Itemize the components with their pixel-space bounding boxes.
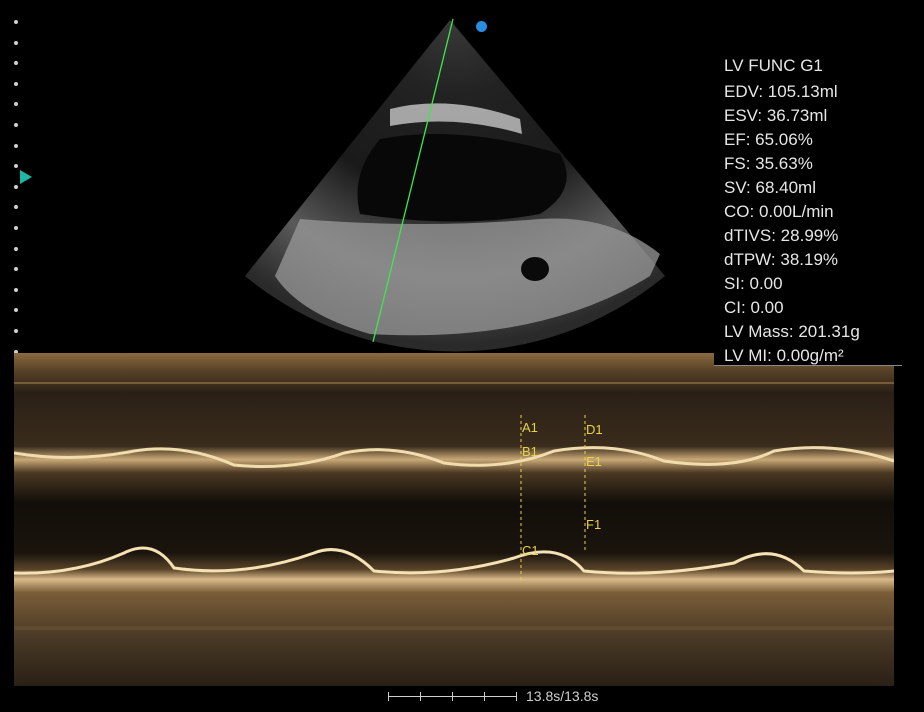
mmode-background <box>14 353 894 686</box>
measurement-row: LV Mass: 201.31g <box>724 322 860 341</box>
measurement-row: LV MI: 0.00g/m² <box>724 346 844 365</box>
measurement-row: SI: 0.00 <box>724 274 783 293</box>
measurement-panel: LV FUNC G1 EDV: 105.13ml ESV: 36.73ml EF: … <box>714 50 902 366</box>
measurement-row: SV: 68.40ml <box>724 178 816 197</box>
depth-tick-dot <box>14 164 18 169</box>
caliper-label-f1[interactable]: F1 <box>586 517 601 532</box>
caliper-label-b1[interactable]: B1 <box>522 444 538 459</box>
descending-aorta <box>521 257 549 281</box>
depth-tick-dot <box>14 308 18 313</box>
ultrasound-screen: A1 B1 C1 D1 E1 F1 LV FUNC G1 EDV: 105.13… <box>0 0 924 712</box>
measurement-row: dTIVS: 28.99% <box>724 226 839 245</box>
measurement-row: FS: 35.63% <box>724 154 813 173</box>
depth-tick-dot <box>14 267 18 272</box>
depth-tick-dot <box>14 329 18 333</box>
measurement-row: dTPW: 38.19% <box>724 250 839 269</box>
mmode-trace <box>14 353 894 686</box>
measurement-row: ESV: 36.73ml <box>724 106 828 125</box>
caliper-label-c1[interactable]: C1 <box>522 543 539 558</box>
caliper-label-d1[interactable]: D1 <box>586 422 603 437</box>
depth-tick-dot <box>14 143 18 148</box>
focus-marker-icon[interactable] <box>20 170 32 184</box>
depth-tick-dot <box>14 61 18 66</box>
measurement-row: CI: 0.00 <box>724 298 784 317</box>
depth-tick-dot <box>14 246 18 251</box>
2d-sector-image <box>240 14 670 354</box>
posterior-wall <box>275 218 660 336</box>
depth-tick-dot <box>14 123 18 127</box>
measurement-row: EDV: 105.13ml <box>724 82 838 101</box>
depth-tick-dot <box>14 40 18 45</box>
orientation-marker-icon <box>476 21 487 32</box>
depth-tick-dot <box>14 20 18 24</box>
caliper-label-a1[interactable]: A1 <box>522 420 538 435</box>
caliper-label-e1[interactable]: E1 <box>586 454 602 469</box>
depth-tick-dot <box>14 287 18 292</box>
time-scale-bar <box>388 690 520 704</box>
measurement-row: CO: 0.00L/min <box>724 202 834 221</box>
depth-tick-dot <box>14 81 18 86</box>
depth-tick-dot <box>14 102 18 107</box>
depth-tick-dot <box>14 184 18 189</box>
measurement-list: EDV: 105.13ml ESV: 36.73ml EF: 65.06% FS: 3… <box>724 80 860 368</box>
measurement-row: EF: 65.06% <box>724 130 813 149</box>
time-scale-label: 13.8s/13.8s <box>526 688 599 704</box>
measurement-title: LV FUNC G1 <box>724 56 823 75</box>
depth-tick-dot <box>14 205 18 210</box>
depth-tick-dot <box>14 226 18 230</box>
